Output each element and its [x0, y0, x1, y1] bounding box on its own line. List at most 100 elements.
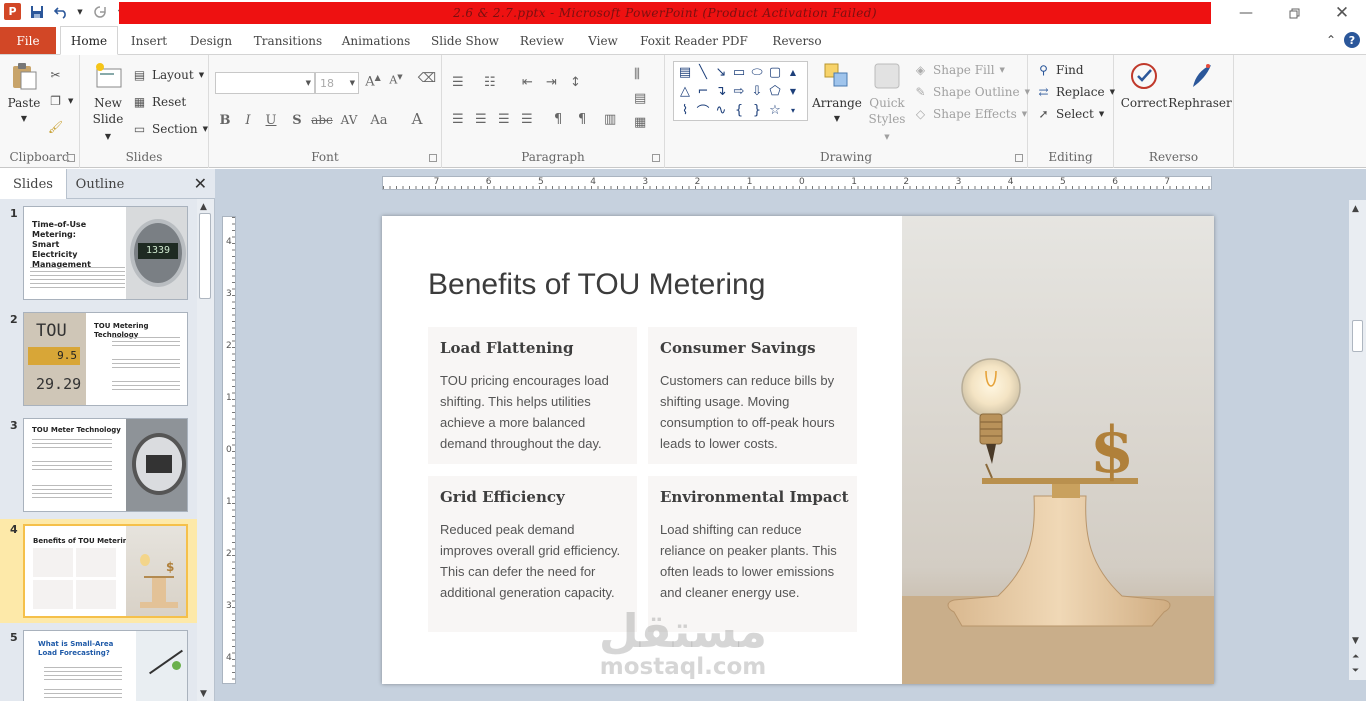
find-button[interactable]: ⚲ Find: [1036, 62, 1083, 77]
replace-button[interactable]: ⇄ Replace ▼: [1036, 84, 1115, 99]
change-case-button[interactable]: Aa: [367, 113, 391, 128]
slide-thumbnail-4[interactable]: 4 Benefits of TOU Metering $: [0, 519, 197, 623]
card-consumer-savings[interactable]: Consumer Savings Customers can reduce bi…: [648, 327, 857, 464]
elbow-arrow-shape-icon[interactable]: ↴: [712, 82, 730, 101]
shapes-gallery[interactable]: ▤ ╲ ↘ ▭ ⬭ ▢ ▲ △ ⌐ ↴ ⇨ ⇩ ⬠ ▼ ⌇ ⌒ ∿{} ☆ ▾: [673, 61, 808, 121]
scroll-up-icon[interactable]: ▲: [200, 202, 207, 212]
underline-button[interactable]: U: [261, 113, 281, 128]
paragraph-launcher-icon[interactable]: [652, 154, 660, 162]
close-icon[interactable]: ✕: [1318, 0, 1366, 26]
editor-scroll-thumb[interactable]: [1352, 320, 1363, 352]
gallery-more-icon[interactable]: ▾: [784, 101, 802, 120]
previous-slide-icon[interactable]: ⏶: [1352, 652, 1359, 662]
strikethrough-button[interactable]: abc: [311, 113, 333, 127]
columns-icon[interactable]: ▥: [604, 112, 616, 127]
right-brace-shape-icon[interactable]: }: [748, 101, 766, 120]
save-icon[interactable]: [28, 3, 45, 20]
smartart-icon[interactable]: ▦: [634, 115, 646, 130]
shape-outline-button[interactable]: ✎ Shape Outline ▼: [913, 84, 1030, 99]
wave-shape-icon[interactable]: ∿: [712, 101, 730, 120]
triangle-shape-icon[interactable]: △: [676, 82, 694, 101]
text-direction-icon[interactable]: ⫼: [634, 67, 640, 82]
align-left-icon[interactable]: ☰: [452, 112, 464, 127]
line-shape-icon[interactable]: ╲: [694, 63, 712, 82]
slide-thumbnail-2[interactable]: 2 TOU 9.5 29.29 TOU Metering Technology: [0, 309, 197, 409]
tab-reverso[interactable]: Reverso: [766, 26, 828, 55]
font-color-button[interactable]: A: [407, 110, 427, 128]
powerpoint-logo-icon[interactable]: P: [4, 3, 21, 20]
text-shadow-button[interactable]: S: [287, 113, 307, 128]
arc-shape-icon[interactable]: ⌒: [694, 101, 712, 120]
italic-button[interactable]: I: [238, 113, 258, 128]
card-load-flattening[interactable]: Load Flattening TOU pricing encourages l…: [428, 327, 637, 464]
new-slide-button[interactable]: New Slide ▼: [88, 61, 128, 145]
tab-home[interactable]: Home: [60, 26, 118, 55]
shape-effects-button[interactable]: ◇ Shape Effects ▼: [913, 106, 1027, 121]
align-text-icon[interactable]: ▤: [634, 91, 646, 106]
curved-shape-icon[interactable]: ⌇: [676, 101, 694, 120]
rtl-icon[interactable]: ¶: [578, 112, 586, 127]
slide-thumbnail-3[interactable]: 3 TOU Meter Technology: [0, 415, 197, 515]
arrow-line-shape-icon[interactable]: ↘: [712, 63, 730, 82]
right-arrow-shape-icon[interactable]: ⇨: [730, 82, 748, 101]
character-spacing-button[interactable]: AV: [337, 113, 361, 127]
line-spacing-icon[interactable]: ↕: [570, 75, 581, 90]
increase-indent-icon[interactable]: ⇥: [546, 75, 557, 90]
undo-dropdown-icon[interactable]: ▼: [76, 3, 84, 20]
font-name-combo[interactable]: ▼: [215, 72, 315, 94]
clipboard-launcher-icon[interactable]: [67, 154, 75, 162]
arrange-button[interactable]: Arrange ▼: [812, 61, 862, 127]
slide-thumbnail-1[interactable]: 1 Time-of-Use Metering: Smart Electricit…: [0, 203, 197, 303]
tab-outline[interactable]: Outline: [67, 169, 133, 199]
oval-shape-icon[interactable]: ⬭: [748, 63, 766, 82]
gallery-down-icon[interactable]: ▼: [784, 82, 802, 101]
shape-fill-button[interactable]: ◈ Shape Fill ▼: [913, 62, 1005, 77]
clear-formatting-icon[interactable]: ⌫: [417, 71, 437, 86]
thumbnail-scroll-thumb[interactable]: [199, 213, 211, 299]
lightbulb-dollar-balance-image[interactable]: $: [902, 216, 1214, 684]
quick-styles-button[interactable]: Quick Styles ▼: [866, 61, 908, 145]
gallery-up-icon[interactable]: ▲: [784, 63, 802, 82]
drawing-launcher-icon[interactable]: [1015, 154, 1023, 162]
copy-button[interactable]: ❐ ▼: [48, 93, 73, 108]
down-arrow-shape-icon[interactable]: ⇩: [748, 82, 766, 101]
editor-scroll-down-icon[interactable]: ▼: [1352, 636, 1359, 646]
minimize-icon[interactable]: —: [1222, 0, 1270, 26]
paste-button[interactable]: Paste ▼: [6, 61, 42, 127]
cut-button[interactable]: ✂: [48, 67, 63, 82]
shrink-font-icon[interactable]: A▼: [386, 73, 406, 87]
tab-transitions[interactable]: Transitions: [248, 26, 328, 55]
slide-title[interactable]: Benefits of TOU Metering: [428, 268, 765, 302]
tab-slide-show[interactable]: Slide Show: [426, 26, 504, 55]
restore-icon[interactable]: [1270, 0, 1318, 26]
tab-insert[interactable]: Insert: [124, 26, 174, 55]
slide-canvas[interactable]: Benefits of TOU Metering Load Flattening…: [382, 216, 1214, 684]
font-size-combo[interactable]: 18 ▼: [315, 72, 359, 94]
star-shape-icon[interactable]: ☆: [766, 101, 784, 120]
correct-button[interactable]: Correct: [1120, 61, 1168, 111]
font-launcher-icon[interactable]: [429, 154, 437, 162]
decrease-indent-icon[interactable]: ⇤: [522, 75, 533, 90]
horizontal-ruler[interactable]: 7 6 5 4 3 2 1 0 1 2 3 4 5 6 7: [382, 176, 1212, 190]
vertical-ruler[interactable]: 4 3 2 1 0 1 2 3 4: [222, 216, 236, 684]
elbow-connector-shape-icon[interactable]: ⌐: [694, 82, 712, 101]
grow-font-icon[interactable]: A▲: [363, 73, 383, 89]
rephraser-button[interactable]: Rephraser: [1168, 61, 1232, 111]
left-brace-shape-icon[interactable]: {: [730, 101, 748, 120]
slide-thumbnail-5[interactable]: 5 What is Small-Area Load Forecasting?: [0, 627, 197, 701]
help-icon[interactable]: ?: [1344, 32, 1360, 48]
minimize-ribbon-icon[interactable]: ⌃: [1326, 33, 1336, 47]
editor-scroll-up-icon[interactable]: ▲: [1352, 204, 1359, 214]
format-painter-button[interactable]: 🖌: [48, 119, 63, 134]
next-slide-icon[interactable]: ⏷: [1352, 666, 1359, 676]
layout-button[interactable]: ▤ Layout ▼: [132, 67, 204, 82]
scroll-down-icon[interactable]: ▼: [200, 689, 207, 699]
close-pane-icon[interactable]: ✕: [194, 174, 207, 193]
tab-view[interactable]: View: [582, 26, 624, 55]
reset-button[interactable]: ▦ Reset: [132, 94, 186, 109]
editor-scrollbar[interactable]: ▲ ▼ ⏶ ⏷: [1349, 200, 1366, 680]
bold-button[interactable]: B: [215, 113, 235, 128]
text-box-shape-icon[interactable]: ▤: [676, 63, 694, 82]
bullets-icon[interactable]: ☰: [452, 75, 464, 90]
rounded-rectangle-shape-icon[interactable]: ▢: [766, 63, 784, 82]
